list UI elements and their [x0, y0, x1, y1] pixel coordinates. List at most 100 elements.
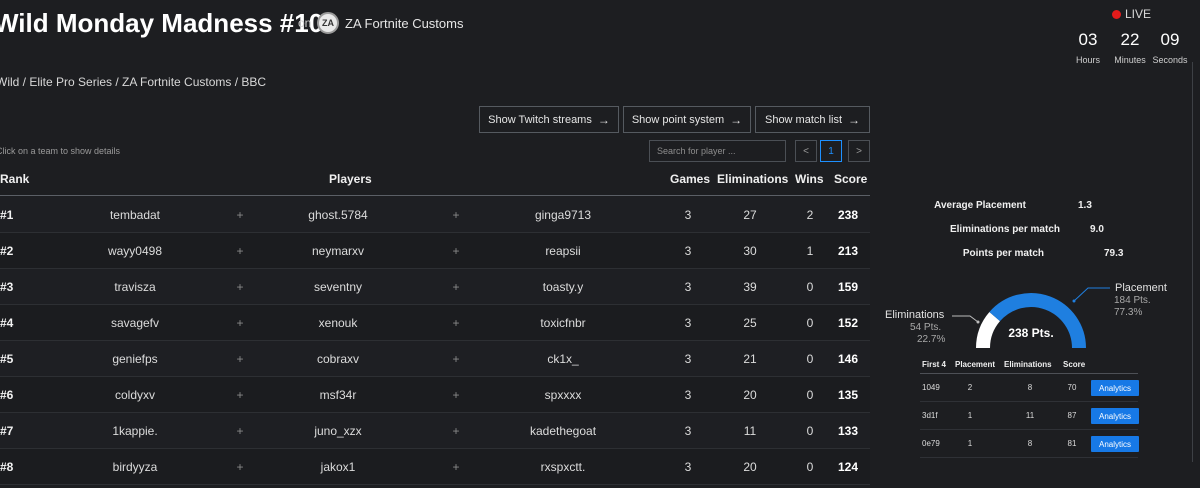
player-name[interactable]: rxspxctt.: [508, 449, 618, 484]
player-name[interactable]: xenouk: [283, 305, 393, 340]
eliminations-cell: 20: [743, 387, 757, 402]
analytics-button[interactable]: Analytics: [1091, 380, 1139, 396]
player-name[interactable]: spxxxx: [508, 377, 618, 412]
on-label: on: [298, 16, 312, 30]
breadcrumb: Wild / Elite Pro Series / ZA Fortnite Cu…: [0, 75, 267, 89]
match-score-cell: 70: [1067, 383, 1077, 392]
match-placement-cell: 2: [967, 383, 973, 392]
match-score-cell: 81: [1067, 439, 1077, 448]
eliminations-cell: 30: [743, 243, 757, 258]
match-row: 1049 2 8 70 Analytics: [920, 374, 1139, 402]
rank-cell: #5: [0, 351, 14, 366]
show-match-list-button[interactable]: Show match list →: [755, 106, 870, 133]
stat-value: 1.3: [1078, 200, 1092, 211]
rank-cell: #2: [0, 243, 14, 258]
match-row: 0e79 1 8 81 Analytics: [920, 430, 1139, 458]
eliminations-cell: 25: [743, 315, 757, 330]
rank-cell: #6: [0, 387, 14, 402]
prev-page-button[interactable]: <: [795, 140, 817, 162]
score-cell: 152: [837, 315, 859, 330]
match-placement-cell: 1: [967, 411, 973, 420]
countdown-value: 22: [1120, 30, 1140, 49]
countdown-value: 09: [1160, 30, 1180, 49]
team-row[interactable]: #6 coldyxv + msf34r + spxxxx 3 20 0 135: [0, 377, 870, 413]
plus-icon: +: [236, 207, 244, 222]
countdown-minutes: 22 Minutes: [1110, 30, 1150, 65]
arrow-right-icon: →: [597, 112, 610, 127]
eliminations-cell: 21: [743, 351, 757, 366]
analytics-button[interactable]: Analytics: [1091, 436, 1139, 452]
rank-cell: #4: [0, 315, 14, 330]
player-name[interactable]: jakox1: [283, 449, 393, 484]
team-row[interactable]: #3 travisza + seventny + toasty.y 3 39 0 159: [0, 269, 870, 305]
team-row[interactable]: #2 wayy0498 + neymarxv + reapsii 3 30 1 213: [0, 233, 870, 269]
wins-cell: 0: [806, 351, 814, 366]
countdown-label: Minutes: [1114, 55, 1146, 65]
org-name-link[interactable]: ZA Fortnite Customs: [345, 16, 463, 31]
show-twitch-streams-button[interactable]: Show Twitch streams →: [479, 106, 619, 133]
button-label: Show point system: [631, 113, 725, 126]
player-search-input[interactable]: [649, 140, 786, 162]
score-cell: 159: [837, 279, 859, 294]
player-name[interactable]: coldyxv: [80, 377, 190, 412]
games-cell: 3: [684, 387, 692, 402]
player-name[interactable]: juno_xzx: [283, 413, 393, 448]
score-cell: 124: [837, 459, 859, 474]
player-name[interactable]: msf34r: [283, 377, 393, 412]
wins-cell: 2: [806, 207, 814, 222]
stat-label: Average Placement: [934, 200, 1026, 211]
player-name[interactable]: ghost.5784: [283, 197, 393, 232]
plus-icon: +: [452, 207, 460, 222]
player-name[interactable]: cobraxv: [283, 341, 393, 376]
live-dot-icon: [1112, 9, 1121, 19]
player-name[interactable]: ck1x_: [508, 341, 618, 376]
team-row[interactable]: #8 birdyyza + jakox1 + rxspxctt. 3 20 0 124: [0, 449, 870, 485]
player-name[interactable]: toasty.y: [508, 269, 618, 304]
player-name[interactable]: ginga9713: [508, 197, 618, 232]
player-name[interactable]: savagefv: [80, 305, 190, 340]
rank-cell: #1: [0, 207, 14, 222]
rank-column-header: Rank: [0, 172, 30, 186]
wins-cell: 0: [806, 387, 814, 402]
show-point-system-button[interactable]: Show point system →: [623, 106, 751, 133]
player-name[interactable]: travisza: [80, 269, 190, 304]
player-name[interactable]: kadethegoat: [508, 413, 618, 448]
placement-legend-pct: 77.3%: [1114, 307, 1143, 318]
page-1-button[interactable]: 1: [820, 140, 842, 162]
player-name[interactable]: neymarxv: [283, 233, 393, 268]
countdown-seconds: 09 Seconds: [1150, 30, 1190, 65]
team-row[interactable]: #4 savagefv + xenouk + toxicfnbr 3 25 0 152: [0, 305, 870, 341]
team-row[interactable]: #5 geniefps + cobraxv + ck1x_ 3 21 0 146: [0, 341, 870, 377]
player-name[interactable]: birdyyza: [80, 449, 190, 484]
player-name[interactable]: seventny: [283, 269, 393, 304]
plus-icon: +: [236, 387, 244, 402]
plus-icon: +: [236, 459, 244, 474]
eliminations-cell: 27: [743, 207, 757, 222]
button-label: Show match list: [764, 113, 843, 126]
plus-icon: +: [452, 387, 460, 402]
next-page-button[interactable]: >: [848, 140, 870, 162]
player-name[interactable]: tembadat: [80, 197, 190, 232]
match-id-cell: 1049: [922, 383, 940, 392]
player-name[interactable]: 1kappie.: [80, 413, 190, 448]
team-row[interactable]: #1 tembadat + ghost.5784 + ginga9713 3 27 2 238: [0, 197, 870, 233]
team-row[interactable]: #7 1kappie. + juno_xzx + kadethegoat 3 11 0 133: [0, 413, 870, 449]
plus-icon: +: [236, 315, 244, 330]
player-name[interactable]: geniefps: [80, 341, 190, 376]
wins-cell: 0: [806, 315, 814, 330]
player-name[interactable]: wayy0498: [80, 233, 190, 268]
games-cell: 3: [684, 351, 692, 366]
player-name[interactable]: toxicfnbr: [508, 305, 618, 340]
match-id-header: First 4: [922, 360, 947, 369]
countdown-label: Hours: [1075, 55, 1100, 65]
org-logo-icon[interactable]: ZA: [317, 12, 339, 34]
games-cell: 3: [684, 207, 692, 222]
analytics-button[interactable]: Analytics: [1091, 408, 1139, 424]
plus-icon: +: [236, 423, 244, 438]
gauge-placement-arc: [989, 293, 1086, 349]
wins-cell: 0: [806, 459, 814, 474]
live-label: LIVE: [1125, 7, 1152, 21]
wins-cell: 0: [806, 423, 814, 438]
player-name[interactable]: reapsii: [508, 233, 618, 268]
eliminations-leader-line: [952, 315, 980, 324]
